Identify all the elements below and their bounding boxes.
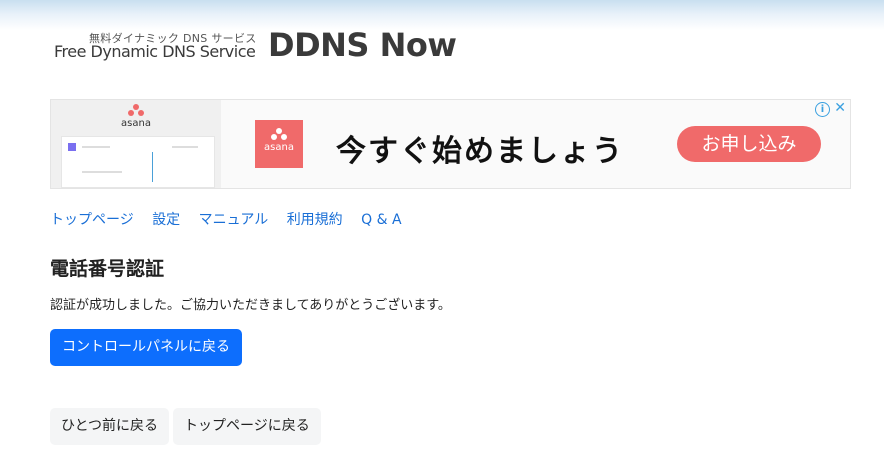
asana-dots-icon — [128, 104, 144, 116]
nav-link-qa[interactable]: Q & A — [361, 212, 401, 228]
site-logo[interactable]: 無料ダイナミック DNS サービス Free Dynamic DNS Servi… — [54, 26, 474, 70]
asana-logo-icon — [271, 128, 287, 140]
close-icon[interactable]: ✕ — [834, 100, 846, 116]
ad-screenshot-mock — [61, 136, 215, 188]
nav-link-settings[interactable]: 設定 — [152, 212, 180, 228]
nav-link-terms[interactable]: 利用規約 — [287, 212, 343, 228]
nav-link-top[interactable]: トップページ — [50, 212, 134, 228]
asana-logo: asana — [255, 120, 303, 168]
ad-brand: asana — [264, 142, 294, 153]
logo-tagline: Free Dynamic DNS Service — [54, 42, 256, 61]
success-message: 認証が成功しました。ご協力いただきましてありがとうございます。 — [50, 298, 451, 313]
ad-banner[interactable]: asana asana 今すぐ始めましょう お申し込み i ✕ — [50, 99, 851, 189]
page-title: 電話番号認証 — [50, 258, 165, 280]
logo-name: DDNS Now — [268, 26, 457, 64]
main-nav: トップページ 設定 マニュアル 利用規約 Q & A — [50, 209, 416, 229]
ad-mini-logo: asana — [101, 104, 171, 129]
info-icon[interactable]: i — [815, 102, 830, 117]
ad-headline: 今すぐ始めましょう — [336, 134, 624, 169]
control-panel-button[interactable]: コントロールパネルに戻る — [50, 329, 242, 366]
back-button[interactable]: ひとつ前に戻る — [50, 408, 170, 445]
ad-cta-button[interactable]: お申し込み — [677, 126, 821, 162]
ad-content[interactable]: asana 今すぐ始めましょう お申し込み — [221, 100, 850, 188]
top-page-button[interactable]: トップページに戻る — [173, 408, 321, 445]
ad-mini-brand: asana — [121, 118, 151, 129]
nav-link-manual[interactable]: マニュアル — [199, 212, 269, 228]
ad-preview-image: asana — [51, 100, 221, 188]
